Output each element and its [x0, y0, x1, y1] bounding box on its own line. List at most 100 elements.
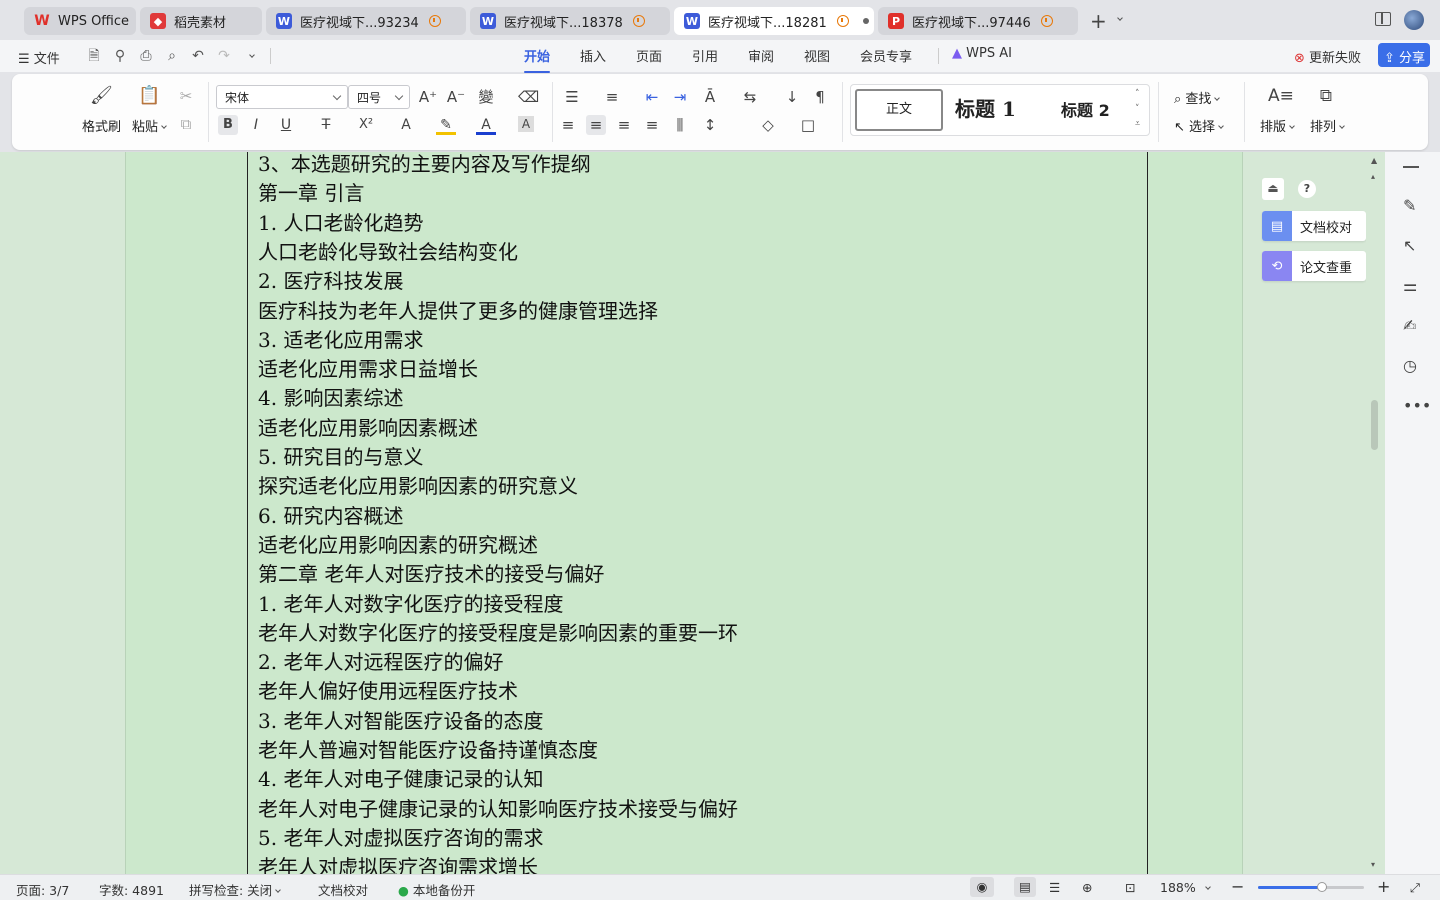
status-proofread[interactable]: 文档校对 — [318, 880, 368, 899]
doc-line[interactable]: 老年人对数字化医疗的接受程度是影响因素的重要一环 — [258, 621, 738, 645]
underline-icon[interactable]: U — [276, 115, 296, 135]
doc-line[interactable]: 适老化应用需求日益增长 — [258, 357, 478, 381]
decrease-indent-icon[interactable]: ⇤ — [642, 87, 662, 107]
file-menu[interactable]: ☰ 文件 — [18, 48, 60, 67]
styles-scroll-icon[interactable]: ˄ ˅ ⩡ — [1135, 87, 1140, 132]
bullet-list-icon[interactable]: ☰ — [562, 87, 582, 107]
format-painter-button[interactable]: 格式刷 — [82, 116, 121, 135]
doc-line[interactable]: 5. 老年人对虚拟医疗咨询的需求 — [258, 826, 543, 850]
align-left-icon[interactable]: ≡ — [558, 115, 578, 135]
backup-status[interactable]: ● 本地备份开 — [398, 880, 475, 899]
link-icon[interactable]: ⚲ — [112, 48, 128, 64]
pen-icon[interactable]: ✎ — [1403, 196, 1416, 215]
vertical-scrollbar[interactable]: ▲ ▴ ▾ — [1366, 152, 1384, 874]
undo-icon[interactable]: ↶ — [190, 48, 206, 64]
borders-icon[interactable]: □ — [798, 115, 818, 135]
paste-button[interactable]: 粘贴 — [132, 116, 167, 135]
doc-line[interactable]: 老年人偏好使用远程医疗技术 — [258, 679, 518, 703]
font-name-select[interactable]: 宋体 — [216, 85, 348, 109]
show-marks-icon[interactable]: ¶ — [810, 87, 830, 107]
save-icon[interactable]: 🗎 — [86, 48, 102, 64]
plagiarism-check-button[interactable]: ⟲ 论文查重 — [1262, 251, 1366, 281]
fit-width-icon[interactable]: ⊡ — [1125, 880, 1135, 895]
layout-icon[interactable]: A≡ — [1268, 86, 1294, 106]
style-normal[interactable]: 正文 — [855, 89, 943, 131]
doc-line[interactable]: 3. 老年人对智能医疗设备的态度 — [258, 709, 543, 733]
tab-page[interactable]: 页面 — [636, 46, 662, 65]
tab-doc-18378[interactable]: W 医疗视域下...18378 — [470, 7, 670, 35]
tab-review[interactable]: 审阅 — [748, 46, 774, 65]
zoom-out-icon[interactable]: − — [1231, 877, 1244, 896]
shading-icon[interactable]: ◇ — [758, 115, 778, 135]
copy-icon[interactable]: ⧉ — [176, 114, 196, 134]
page-view-icon[interactable]: ▤ — [1014, 877, 1036, 897]
print-preview-icon[interactable]: ⌕ — [164, 48, 180, 64]
tab-doc-18281[interactable]: W 医疗视域下...18281 — [674, 7, 874, 35]
tab-insert[interactable]: 插入 — [580, 46, 606, 65]
decrease-font-icon[interactable]: A⁻ — [446, 87, 466, 107]
more-icon[interactable]: ••• — [1403, 396, 1431, 415]
style-heading-1[interactable]: 标题 1 — [955, 93, 1016, 122]
text-effect-icon[interactable]: A — [396, 115, 416, 135]
page-indicator[interactable]: 页面: 3/7 — [16, 880, 69, 899]
scroll-top-icon[interactable]: ▲ — [1371, 156, 1377, 165]
scroll-up-icon[interactable]: ▴ — [1371, 172, 1375, 181]
format-painter-icon[interactable]: 🖌 — [90, 86, 113, 106]
arrange-icon[interactable]: ⧉ — [1316, 86, 1336, 106]
doc-line[interactable]: 医疗科技为老年人提供了更多的健康管理选择 — [258, 299, 658, 323]
adjust-icon[interactable]: ⚌ — [1403, 276, 1417, 295]
font-color-icon[interactable]: A — [476, 115, 496, 135]
web-view-icon[interactable]: ⊕ — [1082, 880, 1092, 895]
char-shading-icon[interactable]: A — [518, 116, 534, 132]
print-icon[interactable]: ⎙ — [138, 48, 154, 64]
help-icon[interactable]: ? — [1298, 180, 1316, 198]
zoom-slider-handle[interactable] — [1316, 882, 1327, 892]
scroll-down-icon[interactable]: ▾ — [1371, 860, 1375, 869]
minimize-panel-icon[interactable] — [1403, 166, 1419, 168]
zoom-level[interactable]: 188% — [1160, 880, 1211, 895]
arrange-button[interactable]: 排列 — [1310, 116, 1345, 135]
tab-wps-office[interactable]: W WPS Office — [24, 7, 136, 35]
tab-doc-97446[interactable]: P 医疗视域下...97446 — [878, 7, 1078, 35]
chinese-layout-icon[interactable]: ⇆ — [740, 87, 760, 107]
doc-proofread-button[interactable]: ▤ 文档校对 — [1262, 211, 1366, 241]
doc-line[interactable]: 3. 适老化应用需求 — [258, 328, 423, 352]
new-tab-plus-icon[interactable]: + — [1090, 9, 1107, 33]
select-button[interactable]: ↖ 选择 — [1174, 116, 1224, 135]
cut-icon[interactable]: ✂ — [176, 86, 196, 106]
highlight-icon[interactable]: ✎ — [436, 115, 456, 135]
doc-line[interactable]: 适老化应用影响因素概述 — [258, 416, 478, 440]
increase-indent-icon[interactable]: ⇥ — [670, 87, 690, 107]
doc-line[interactable]: 适老化应用影响因素的研究概述 — [258, 533, 538, 557]
layout-button[interactable]: 排版 — [1260, 116, 1295, 135]
doc-line[interactable]: 探究适老化应用影响因素的研究意义 — [258, 474, 578, 498]
tab-member[interactable]: 会员专享 — [860, 46, 912, 65]
doc-line[interactable]: 老年人普遍对智能医疗设备持谨慎态度 — [258, 738, 598, 762]
doc-line[interactable]: 6. 研究内容概述 — [258, 504, 403, 528]
doc-line[interactable]: 2. 医疗科技发展 — [258, 269, 403, 293]
split-view-icon[interactable] — [1375, 12, 1391, 26]
doc-line[interactable]: 老年人对电子健康记录的认知影响医疗技术接受与偏好 — [258, 797, 738, 821]
tab-doc-93234[interactable]: W 医疗视域下...93234 — [266, 7, 466, 35]
eye-protect-icon[interactable]: ◉ — [970, 877, 994, 897]
doc-line[interactable]: 第一章 引言 — [258, 181, 364, 205]
quick-access-more-icon[interactable] — [242, 48, 258, 64]
wps-ai-button[interactable]: ▲ WPS AI — [952, 46, 1012, 61]
tab-home[interactable]: 开始 — [524, 46, 551, 73]
paste-icon[interactable]: 📋 — [138, 86, 160, 106]
style-heading-2[interactable]: 标题 2 — [1061, 97, 1110, 121]
word-count[interactable]: 字数: 4891 — [99, 880, 164, 899]
doc-line[interactable]: 人口老龄化导致社会结构变化 — [258, 240, 518, 264]
fullscreen-icon[interactable]: ⤢ — [1410, 880, 1420, 896]
doc-line[interactable]: 1. 人口老龄化趋势 — [258, 211, 423, 235]
doc-line[interactable]: 1. 老年人对数字化医疗的接受程度 — [258, 592, 563, 616]
scrollbar-thumb[interactable] — [1371, 400, 1378, 450]
history-icon[interactable]: ◷ — [1403, 356, 1417, 375]
tab-references[interactable]: 引用 — [692, 46, 718, 65]
share-button[interactable]: ⇪ 分享 — [1378, 43, 1430, 67]
pointer-icon[interactable]: ↖ — [1403, 236, 1416, 255]
phonetic-guide-icon[interactable]: 變 — [476, 87, 496, 107]
tab-docer[interactable]: ◆ 稻壳素材 — [140, 7, 262, 35]
sort-icon[interactable]: ↓ — [782, 87, 802, 107]
strikethrough-icon[interactable]: T — [316, 115, 336, 135]
